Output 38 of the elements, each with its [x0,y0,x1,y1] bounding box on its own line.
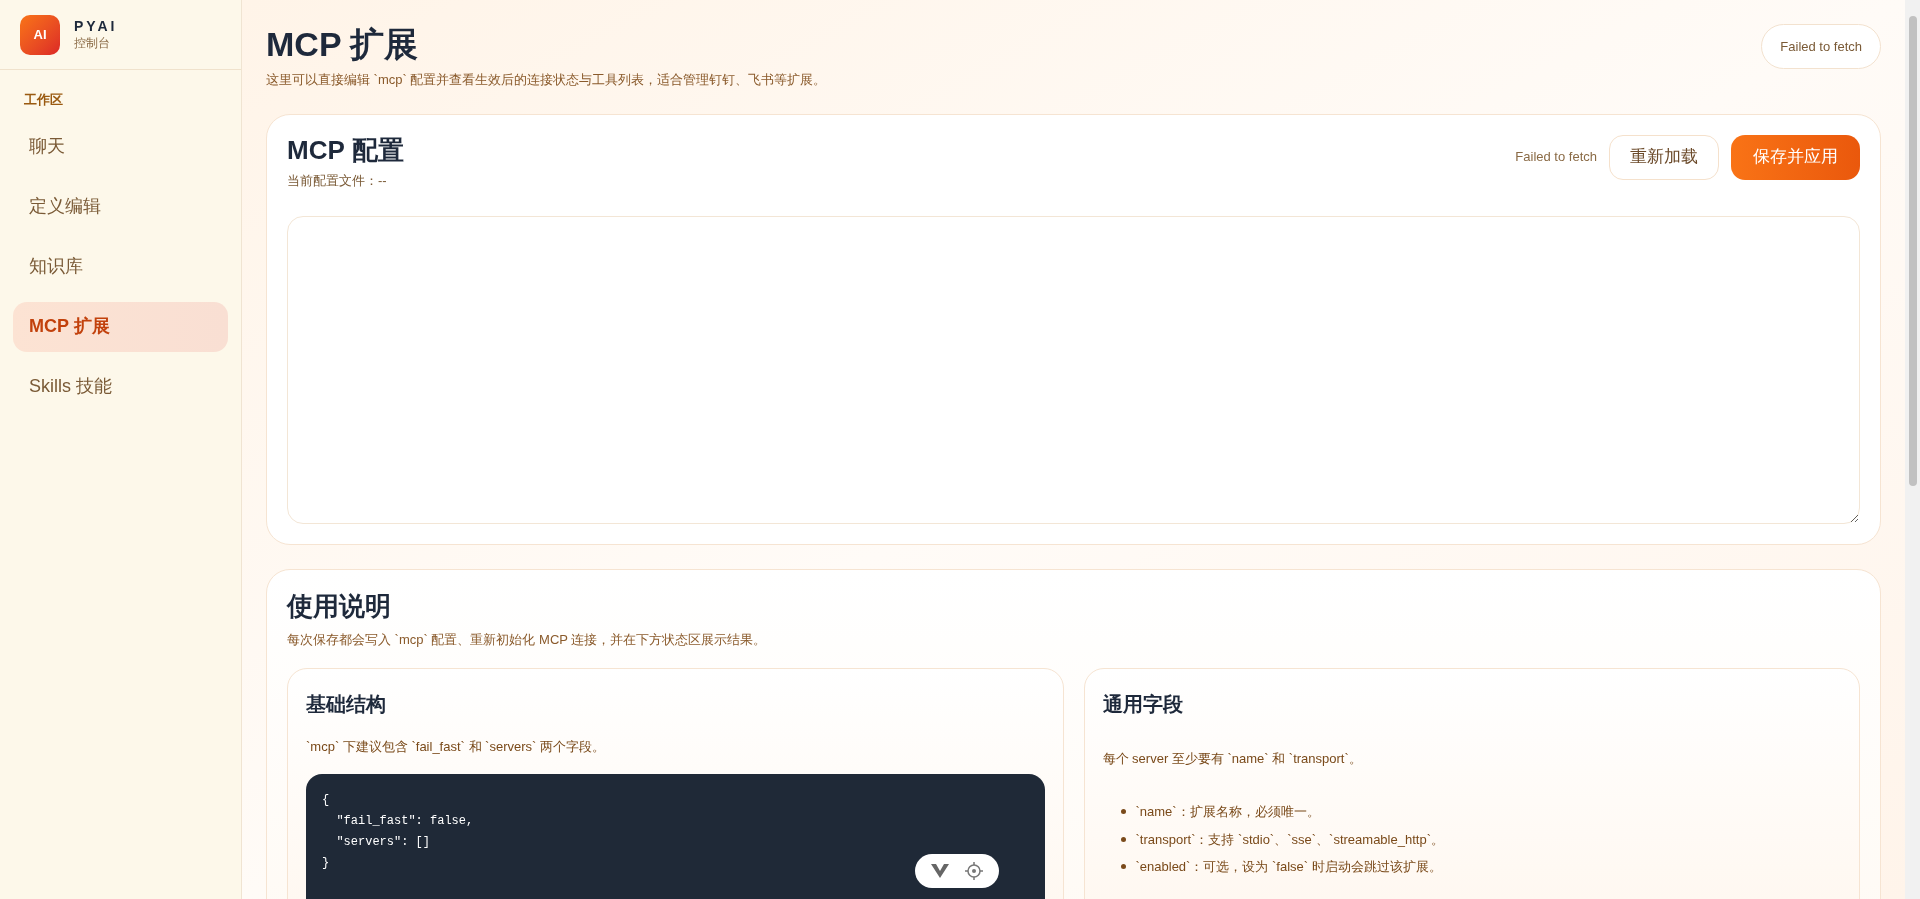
code-line: { [322,792,330,809]
bullet-icon [1120,864,1126,870]
config-editor[interactable] [287,216,1860,524]
brand-subtitle: 控制台 [74,35,111,51]
bullet-icon [1120,809,1126,815]
section-label: 工作区 [23,91,64,109]
config-file-label: 当前配置文件：-- [287,171,388,190]
sidebar-item[interactable]: MCP 扩展 [13,301,228,352]
sidebar-item[interactable]: Skills 技能 [13,361,228,412]
brand-name: PYAI [74,18,118,36]
scrollbar-thumb[interactable] [1908,16,1917,486]
bullet-text: `name`：扩展名称，必须唯一。 [1135,803,1320,821]
sidebar-item[interactable]: 定义编辑 [13,181,228,232]
scrollbar[interactable] [1905,0,1920,899]
bullet-text: `enabled`：可选，设为 `false` 时启动会跳过该扩展。 [1135,858,1442,876]
crosshair-icon[interactable] [964,862,983,880]
code-line: } [322,855,330,872]
logo-icon: AI [20,14,60,55]
code-line: "fail_fast": false, [335,813,474,830]
info-card-title: 通用字段 [1102,691,1184,717]
status-text: Failed to fetch [1515,148,1597,167]
page-title: MCP 扩展 [266,24,420,64]
info-text: 每个 server 至少要有 `name` 和 `transport`。 [1102,749,1363,768]
sidebar-item[interactable]: 知识库 [13,241,228,292]
bullet-icon [1120,836,1126,842]
code-line: "servers": [] [335,834,431,851]
info-card-title: 基础结构 [306,691,387,717]
save-button[interactable]: 保存并应用 [1731,134,1860,180]
triangle-logo-icon[interactable] [930,864,949,878]
page-description: 这里可以直接编辑 `mcp` 配置并查看生效后的连接状态与工具列表，适合管理钉钉、飞书等扩展。 [266,71,827,89]
sidebar-item[interactable]: 聊天 [13,121,228,172]
bullet-text: `transport`：支持 `stdio`、`sse`、`streamable_http`。 [1135,830,1444,849]
status-pill: Failed to fetch [1761,24,1881,69]
reload-button[interactable]: 重新加载 [1609,134,1719,180]
card-title: MCP 配置 [287,134,404,165]
card-title: 使用说明 [287,590,392,622]
info-text: `mcp` 下建议包含 `fail_fast` 和 `servers` 两个字段。 [306,737,606,756]
card-description: 每次保存都会写入 `mcp` 配置、重新初始化 MCP 连接，并在下方状态区展示结果。 [287,631,768,649]
